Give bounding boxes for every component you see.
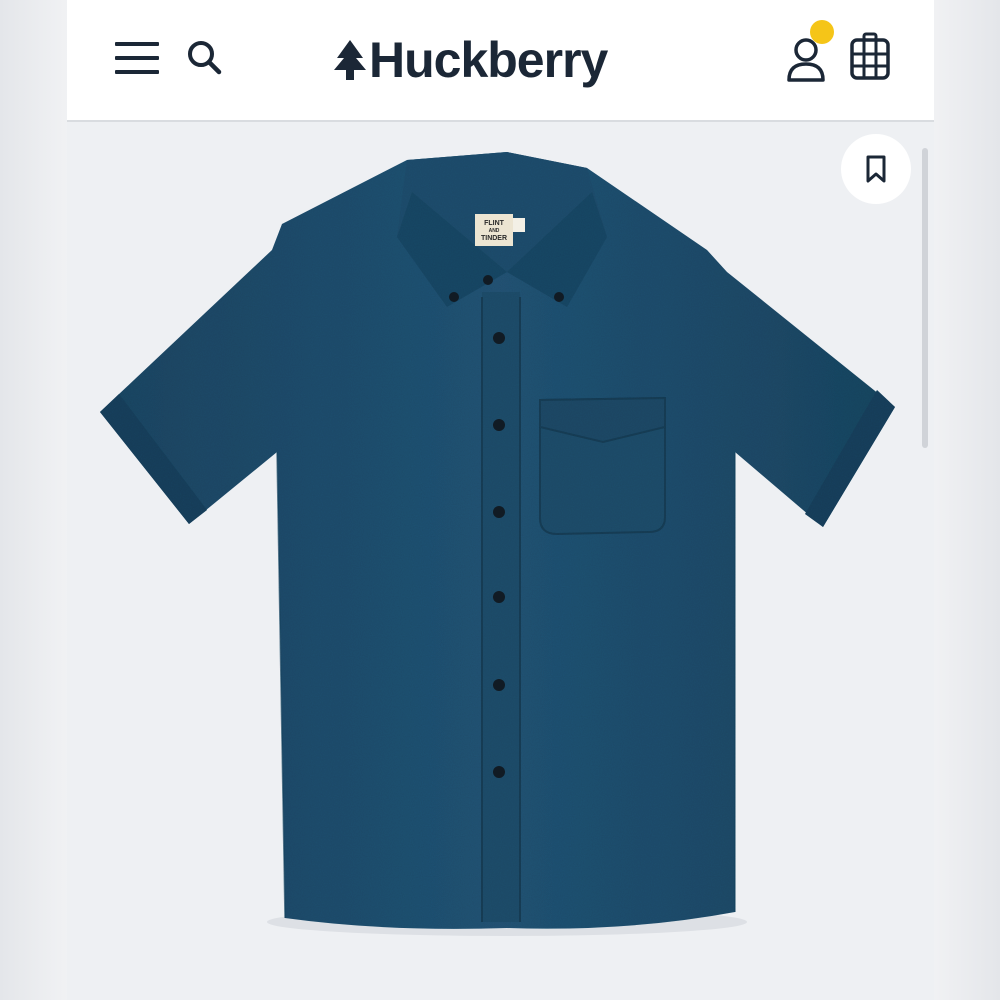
bookmark-icon	[866, 155, 886, 183]
scrollbar[interactable]	[922, 148, 928, 448]
site-header: Huckberry	[67, 0, 934, 122]
menu-button[interactable]	[113, 38, 161, 78]
shirt-body	[100, 152, 895, 929]
cart-button[interactable]	[848, 32, 892, 82]
label-line-1: FLINT	[484, 220, 505, 227]
account-button[interactable]	[784, 20, 836, 82]
brand-logo[interactable]: Huckberry	[333, 30, 608, 90]
hamburger-menu-icon	[115, 42, 159, 74]
mobile-viewport: Huckberry FLINT AND TINDER	[67, 0, 934, 1000]
label-line-3: TINDER	[481, 235, 507, 242]
product-gallery: FLINT AND TINDER	[67, 122, 934, 1000]
product-image[interactable]: FLINT AND TINDER	[67, 122, 934, 1000]
bookmark-button[interactable]	[841, 134, 911, 204]
notification-dot	[810, 20, 834, 44]
search-icon	[188, 41, 222, 75]
search-button[interactable]	[185, 38, 225, 78]
tree-icon	[334, 40, 366, 80]
backpack-icon	[850, 32, 890, 80]
brand-name: Huckberry	[369, 32, 608, 88]
label-line-2: AND	[489, 228, 500, 234]
